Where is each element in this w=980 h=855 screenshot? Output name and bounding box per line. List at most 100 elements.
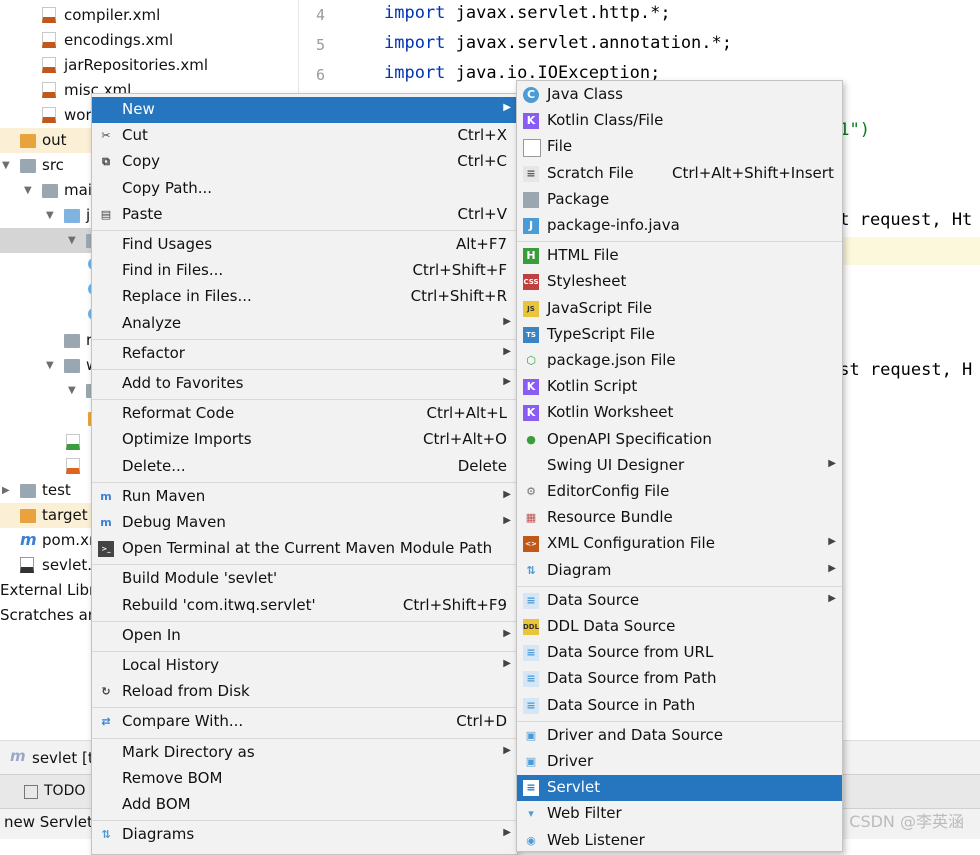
menu-item-data-source-in-path[interactable]: ≡ Data Source in Path <box>517 693 842 719</box>
menu-item-reformat-code[interactable]: Reformat Code Ctrl+Alt+L <box>92 401 517 427</box>
menu-item-shortcut: Ctrl+V <box>457 204 507 223</box>
todo-icon <box>24 785 38 799</box>
chevron-down-icon[interactable]: ▼ <box>46 353 54 378</box>
menu-item-driver[interactable]: ▣ Driver <box>517 749 842 775</box>
folder-orange-icon <box>20 134 36 148</box>
menu-item-rebuild-com-itwq-servlet[interactable]: Rebuild 'com.itwq.servlet' Ctrl+Shift+F9 <box>92 593 517 619</box>
menu-item-shortcut: Ctrl+X <box>457 126 507 145</box>
submenu-arrow-icon: ▶ <box>503 315 511 327</box>
menu-item-reload-from-disk[interactable]: ↻ Reload from Disk <box>92 679 517 705</box>
menu-item-local-history[interactable]: Local History ▶ <box>92 653 517 679</box>
tree-item[interactable]: compiler.xml <box>0 3 298 28</box>
menu-item-kotlin-class-file[interactable]: K Kotlin Class/File <box>517 108 842 134</box>
menu-item-new[interactable]: New ▶ <box>92 97 517 123</box>
menu-item-ddl-data-source[interactable]: DDL DDL Data Source <box>517 614 842 640</box>
menu-item-delete[interactable]: Delete... Delete <box>92 454 517 480</box>
menu-item-kotlin-script[interactable]: K Kotlin Script <box>517 374 842 400</box>
menu-item-debug-maven[interactable]: m Debug Maven ▶ <box>92 510 517 536</box>
menu-item-label: Rebuild 'com.itwq.servlet' <box>122 595 316 614</box>
menu-item-copy[interactable]: ⧉ Copy Ctrl+C <box>92 149 517 175</box>
menu-item-add-bom[interactable]: Add BOM <box>92 792 517 818</box>
menu-item-file[interactable]: File <box>517 134 842 160</box>
menu-item-label: Open In <box>122 625 181 644</box>
chevron-down-icon[interactable]: ▼ <box>24 178 32 203</box>
xml-file-icon: <> <box>523 536 539 553</box>
menu-item-find-in-files[interactable]: Find in Files... Ctrl+Shift+F <box>92 258 517 284</box>
menu-item-mark-directory-as[interactable]: Mark Directory as ▶ <box>92 740 517 766</box>
menu-item-java-class[interactable]: C Java Class <box>517 82 842 108</box>
menu-separator <box>92 820 517 822</box>
menu-item-label: Analyze <box>122 313 182 332</box>
menu-item-optimize-imports[interactable]: Optimize Imports Ctrl+Alt+O <box>92 427 517 453</box>
menu-item-package[interactable]: Package <box>517 187 842 213</box>
menu-item-kotlin-worksheet[interactable]: K Kotlin Worksheet <box>517 400 842 426</box>
menu-item-build-module-sevlet[interactable]: Build Module 'sevlet' <box>92 566 517 592</box>
menu-item-typescript-file[interactable]: TS TypeScript File <box>517 322 842 348</box>
jsp-file-icon <box>66 458 80 474</box>
menu-item-data-source[interactable]: ≡ Data Source ▶ <box>517 588 842 614</box>
menu-item-refactor[interactable]: Refactor ▶ <box>92 341 517 367</box>
chevron-down-icon[interactable]: ▼ <box>46 203 54 228</box>
menu-item-compare-with[interactable]: ⇄ Compare With... Ctrl+D <box>92 709 517 735</box>
folder-icon <box>64 359 80 373</box>
menu-item-servlet[interactable]: ≡ Servlet <box>517 775 842 802</box>
tree-item[interactable]: encodings.xml <box>0 28 298 53</box>
tree-item-label: src <box>42 156 64 174</box>
menu-item-driver-and-data-source[interactable]: ▣ Driver and Data Source <box>517 723 842 749</box>
menu-item-paste[interactable]: ▤ Paste Ctrl+V <box>92 202 517 228</box>
chevron-down-icon[interactable]: ▼ <box>68 378 76 403</box>
menu-item-diagram[interactable]: ⇅ Diagram ▶ <box>517 558 842 584</box>
chevron-right-icon[interactable]: ▶ <box>2 478 10 503</box>
openapi-icon: ● <box>523 431 539 448</box>
menu-item-openapi-specification[interactable]: ● OpenAPI Specification <box>517 427 842 453</box>
menu-item-replace-in-files[interactable]: Replace in Files... Ctrl+Shift+R <box>92 284 517 310</box>
menu-item-find-usages[interactable]: Find Usages Alt+F7 <box>92 232 517 258</box>
file-icon <box>523 139 541 158</box>
menu-item-add-to-favorites[interactable]: Add to Favorites ▶ <box>92 371 517 397</box>
menu-item-run-maven[interactable]: m Run Maven ▶ <box>92 484 517 510</box>
todo-tab[interactable]: TODO <box>44 783 85 799</box>
chevron-down-icon[interactable]: ▼ <box>2 153 10 178</box>
menu-item-web-listener[interactable]: ◉ Web Listener <box>517 828 842 851</box>
tree-item-label: encodings.xml <box>64 31 174 49</box>
scissors-icon: ✂ <box>98 128 114 145</box>
menu-separator <box>92 230 517 231</box>
menu-item-web-filter[interactable]: ▾ Web Filter <box>517 801 842 827</box>
menu-item-analyze[interactable]: Analyze ▶ <box>92 311 517 337</box>
menu-item-remove-bom[interactable]: Remove BOM <box>92 766 517 792</box>
menu-item-javascript-file[interactable]: JS JavaScript File <box>517 296 842 322</box>
context-menu[interactable]: New ▶ ✂ Cut Ctrl+X ⧉ Copy Ctrl+C Copy Path... ▤ Pa… <box>91 93 518 855</box>
tree-item[interactable]: jarRepositories.xml <box>0 53 298 78</box>
menu-item-label: EditorConfig File <box>547 482 670 500</box>
menu-item-xml-configuration-file[interactable]: <> XML Configuration File ▶ <box>517 531 842 557</box>
chevron-down-icon[interactable]: ▼ <box>68 228 76 253</box>
menu-item-html-file[interactable]: H HTML File <box>517 243 842 269</box>
menu-item-label: OpenAPI Specification <box>547 429 712 448</box>
menu-item-cut[interactable]: ✂ Cut Ctrl+X <box>92 123 517 149</box>
java-file-icon: J <box>523 218 539 234</box>
menu-item-data-source-from-path[interactable]: ≡ Data Source from Path <box>517 666 842 692</box>
menu-item-label: Driver and Data Source <box>547 725 724 744</box>
menu-item-open-in[interactable]: Open In ▶ <box>92 623 517 649</box>
menu-item-resource-bundle[interactable]: ▦ Resource Bundle <box>517 505 842 531</box>
tree-item-label: out <box>42 131 67 149</box>
run-tab-label[interactable]: sevlet [t <box>32 749 94 767</box>
menu-item-editorconfig-file[interactable]: ⚙ EditorConfig File <box>517 479 842 505</box>
menu-item-label: Diagram <box>547 560 612 579</box>
menu-item-copy-path[interactable]: Copy Path... <box>92 176 517 202</box>
new-submenu[interactable]: C Java Class K Kotlin Class/File File ≡ Scratc… <box>516 80 843 852</box>
diagram-icon: ⇅ <box>98 827 114 844</box>
menu-item-label: Local History <box>122 656 220 674</box>
xml-file-icon <box>42 7 56 23</box>
menu-item-swing-ui-designer[interactable]: Swing UI Designer ▶ <box>517 453 842 479</box>
menu-item-open-terminal-at-the-current-maven-module-path[interactable]: >_ Open Terminal at the Current Maven Mod… <box>92 536 517 562</box>
code-text: javax.servlet.http.*; <box>445 3 671 23</box>
menu-item-package-json-file[interactable]: ⬡ package.json File <box>517 348 842 374</box>
menu-item-data-source-from-url[interactable]: ≡ Data Source from URL <box>517 640 842 666</box>
menu-item-scratch-file[interactable]: ≡ Scratch File Ctrl+Alt+Shift+Insert <box>517 161 842 187</box>
menu-item-package-info-java[interactable]: Jpackage-info.java <box>517 213 842 239</box>
menu-item-label: Swing UI Designer <box>547 455 685 474</box>
menu-item-diagrams[interactable]: ⇅ Diagrams ▶ <box>92 822 517 848</box>
menu-item-stylesheet[interactable]: CSS Stylesheet <box>517 269 842 295</box>
submenu-arrow-icon: ▶ <box>503 827 511 839</box>
